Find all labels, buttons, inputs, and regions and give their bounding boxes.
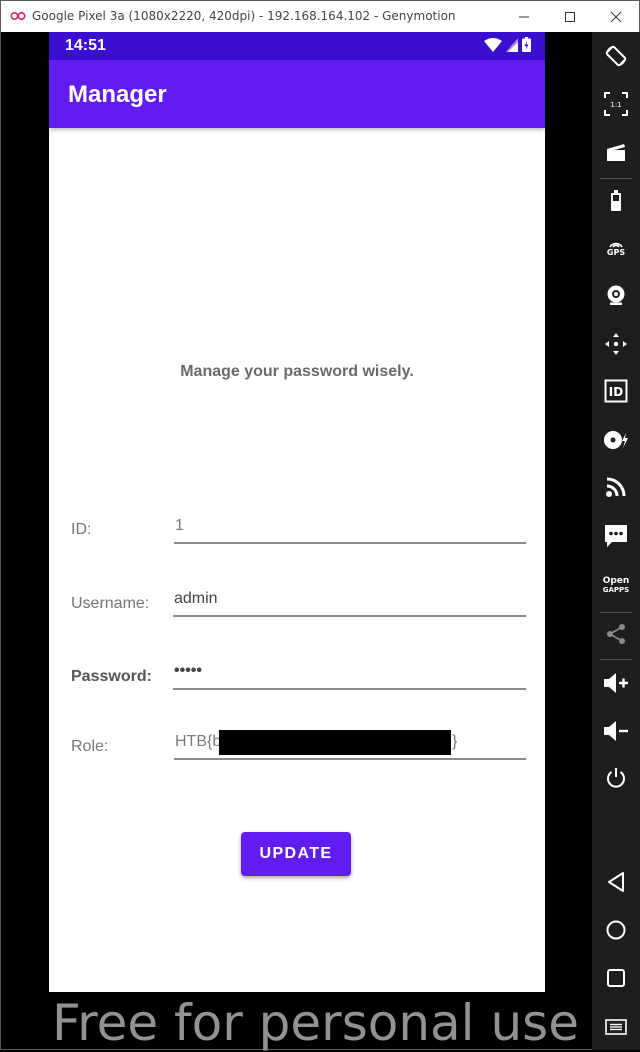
role-label: Role: <box>71 738 109 755</box>
window-title: Google Pixel 3a (1080x2220, 420dpi) - 19… <box>32 9 456 23</box>
rss-icon <box>606 477 626 497</box>
webcam-icon <box>607 285 625 305</box>
gps-label: GPS <box>606 247 626 257</box>
genymotion-logo-icon <box>10 11 26 21</box>
home-button[interactable] <box>592 912 640 948</box>
gps-icon: GPS <box>607 240 625 257</box>
battery-charging-icon <box>522 37 531 52</box>
minimize-button[interactable] <box>501 1 547 32</box>
phone-screen: 14:51 Manager Manage your password wisel… <box>49 32 545 992</box>
back-triangle-icon <box>608 872 624 892</box>
maximize-button[interactable] <box>547 1 593 32</box>
fullscreen-icon: 1:1 <box>604 92 628 116</box>
id-label: ID: <box>71 521 92 538</box>
app-title: Manager <box>68 81 167 108</box>
id-button-label: ID <box>609 385 623 399</box>
watermark-text: Free for personal use <box>52 994 579 1052</box>
battery-icon <box>611 190 621 211</box>
menu-icon <box>605 1019 627 1035</box>
status-icons <box>484 37 531 52</box>
status-time: 14:51 <box>65 37 106 54</box>
back-button[interactable] <box>592 864 640 900</box>
role-field[interactable]: HTB{b } <box>174 726 526 760</box>
disk-io-button[interactable] <box>592 422 640 458</box>
role-value-suffix: } <box>452 733 458 750</box>
redaction-bar <box>219 730 451 755</box>
toolbar-separator <box>600 612 632 613</box>
username-field[interactable]: admin <box>173 583 526 617</box>
minimize-icon <box>519 16 529 17</box>
disk-icon <box>604 431 628 449</box>
emulator-toolbar: 1:1 GPS ID Open GAPPS <box>592 32 640 1050</box>
zoom-label: 1:1 <box>610 101 621 109</box>
rotate-button[interactable] <box>592 38 640 74</box>
toolbar-separator <box>600 659 632 660</box>
power-button[interactable] <box>592 760 640 796</box>
wifi-icon <box>484 37 502 52</box>
recent-apps-button[interactable] <box>592 960 640 996</box>
password-field[interactable]: ••••• <box>173 656 526 690</box>
network-button[interactable] <box>592 469 640 505</box>
id-card-icon: ID <box>604 379 628 403</box>
volume-up-button[interactable] <box>592 665 640 701</box>
volume-down-icon <box>604 721 628 741</box>
recent-apps-square-icon <box>607 969 625 987</box>
battery-button[interactable] <box>592 183 640 219</box>
signal-icon <box>506 37 518 52</box>
password-label: Password: <box>71 668 152 685</box>
role-value-prefix: HTB{b <box>175 733 222 750</box>
remote-control-button[interactable] <box>592 326 640 362</box>
emulator-window: Google Pixel 3a (1080x2220, 420dpi) - 19… <box>0 0 640 1052</box>
dpad-icon <box>605 333 627 355</box>
toolbar-separator <box>600 178 632 179</box>
rotate-icon <box>605 45 627 67</box>
username-label: Username: <box>71 595 150 612</box>
share-icon <box>607 624 625 644</box>
close-icon <box>610 11 622 22</box>
clapperboard-icon <box>607 144 625 161</box>
password-value: ••••• <box>174 662 203 679</box>
pixel-perfect-button[interactable]: 1:1 <box>592 86 640 122</box>
volume-up-icon <box>604 673 628 693</box>
id-field[interactable]: 1 <box>174 510 526 544</box>
update-button[interactable]: UPDATE <box>241 832 351 876</box>
window-titlebar: Google Pixel 3a (1080x2220, 420dpi) - 19… <box>1 1 639 32</box>
menu-button[interactable] <box>592 1009 640 1045</box>
close-button[interactable] <box>593 1 639 32</box>
open-gapps-icon: Open GAPPS <box>603 577 630 595</box>
maximize-icon <box>565 11 575 22</box>
app-bar: Manager <box>49 60 545 128</box>
home-circle-icon <box>606 920 626 940</box>
volume-down-button[interactable] <box>592 713 640 749</box>
sms-button[interactable] <box>592 518 640 554</box>
tagline: Manage your password wisely. <box>180 363 414 380</box>
open-gapps-button[interactable]: Open GAPPS <box>592 568 640 604</box>
message-icon <box>605 525 627 547</box>
webcam-button[interactable] <box>592 277 640 313</box>
share-button[interactable] <box>592 616 640 652</box>
username-value: admin <box>174 590 218 607</box>
screencast-button[interactable] <box>592 134 640 170</box>
device-id-button[interactable]: ID <box>592 373 640 409</box>
open-gapps-line1: Open <box>602 576 630 586</box>
status-bar: 14:51 <box>49 32 545 60</box>
power-icon <box>607 768 625 788</box>
open-gapps-line2: GAPPS <box>602 586 630 594</box>
gps-button[interactable]: GPS <box>592 230 640 266</box>
id-value: 1 <box>175 517 184 534</box>
